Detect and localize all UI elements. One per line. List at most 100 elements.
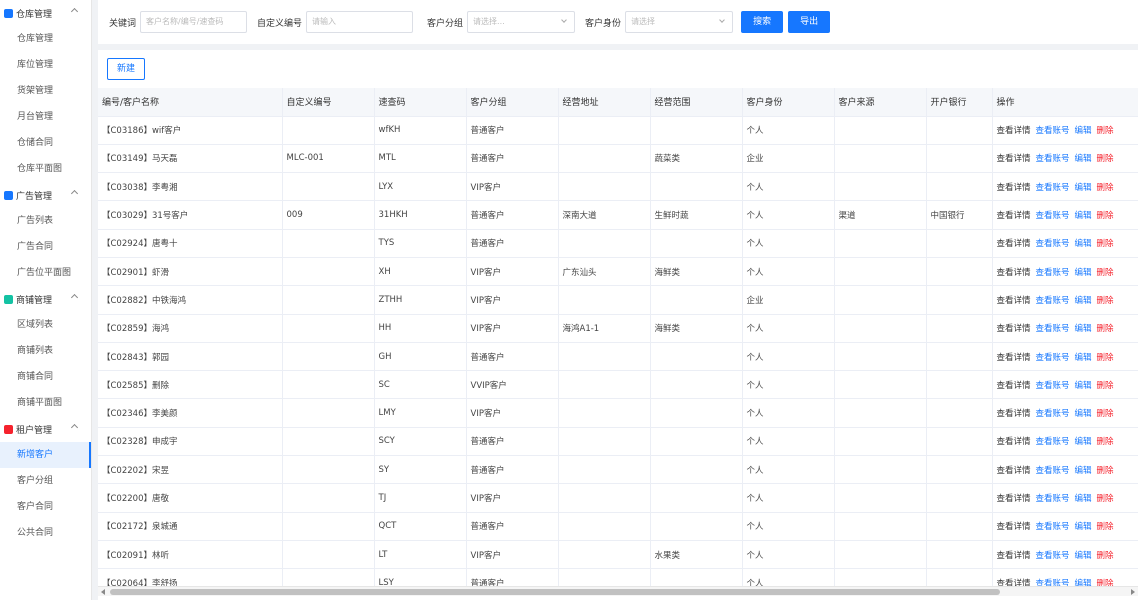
view-details-link[interactable]: 查看详情 [997, 353, 1031, 363]
edit-link[interactable]: 编辑 [1075, 239, 1092, 249]
table-cell: 【C02346】李美颜 [98, 398, 283, 428]
sidebar-item[interactable]: 库位管理 [0, 52, 91, 78]
view-details-link[interactable]: 查看详情 [997, 154, 1031, 164]
sidebar-item[interactable]: 广告位平面图 [0, 260, 91, 286]
delete-link[interactable]: 删除 [1097, 353, 1114, 363]
edit-link[interactable]: 编辑 [1075, 126, 1092, 136]
delete-link[interactable]: 删除 [1097, 154, 1114, 164]
table-row: 【C02882】中铁海鸿 ZTHH VIP客户 企业 查看详情 查看账号 编辑 删除 [98, 285, 1138, 315]
sidebar-group[interactable]: 仓库管理 [0, 0, 91, 26]
edit-link[interactable]: 编辑 [1075, 296, 1092, 306]
sidebar-item[interactable]: 广告列表 [0, 208, 91, 234]
sidebar-item[interactable]: 新增客户 [0, 442, 91, 468]
edit-link[interactable]: 编辑 [1075, 211, 1092, 221]
edit-link[interactable]: 编辑 [1075, 154, 1092, 164]
search-button[interactable]: 搜索 [741, 11, 784, 33]
sidebar-item[interactable]: 公共合同 [0, 520, 91, 546]
delete-link[interactable]: 删除 [1097, 551, 1114, 561]
delete-link[interactable]: 删除 [1097, 522, 1114, 532]
sidebar-group[interactable]: 商铺管理 [0, 286, 91, 312]
view-details-link[interactable]: 查看详情 [997, 409, 1031, 419]
sidebar-item[interactable]: 货架管理 [0, 78, 91, 104]
view-account-link[interactable]: 查看账号 [1036, 466, 1070, 476]
delete-link[interactable]: 删除 [1097, 268, 1114, 278]
delete-link[interactable]: 删除 [1097, 381, 1114, 391]
view-account-link[interactable]: 查看账号 [1036, 239, 1070, 249]
view-account-link[interactable]: 查看账号 [1036, 381, 1070, 391]
delete-link[interactable]: 删除 [1097, 437, 1114, 447]
view-account-link[interactable]: 查看账号 [1036, 522, 1070, 532]
sidebar-item[interactable]: 商铺合同 [0, 364, 91, 390]
scrollbar-thumb[interactable] [110, 589, 1000, 595]
sidebar-item[interactable]: 仓储合同 [0, 130, 91, 156]
sidebar-item[interactable]: 广告合同 [0, 234, 91, 260]
sidebar-group[interactable]: 广告管理 [0, 182, 91, 208]
delete-link[interactable]: 删除 [1097, 296, 1114, 306]
view-account-link[interactable]: 查看账号 [1036, 437, 1070, 447]
delete-link[interactable]: 删除 [1097, 239, 1114, 249]
delete-link[interactable]: 删除 [1097, 211, 1114, 221]
view-account-link[interactable]: 查看账号 [1036, 409, 1070, 419]
sidebar-item[interactable]: 商铺列表 [0, 338, 91, 364]
view-details-link[interactable]: 查看详情 [997, 466, 1031, 476]
view-account-link[interactable]: 查看账号 [1036, 183, 1070, 193]
view-details-link[interactable]: 查看详情 [997, 183, 1031, 193]
view-details-link[interactable]: 查看详情 [997, 239, 1031, 249]
keyword-input[interactable]: 客户名称/编号/速查码 [140, 11, 248, 33]
view-account-link[interactable]: 查看账号 [1036, 268, 1070, 278]
edit-link[interactable]: 编辑 [1075, 324, 1092, 334]
edit-link[interactable]: 编辑 [1075, 494, 1092, 504]
edit-link[interactable]: 编辑 [1075, 551, 1092, 561]
view-details-link[interactable]: 查看详情 [997, 494, 1031, 504]
edit-link[interactable]: 编辑 [1075, 381, 1092, 391]
identity-select[interactable]: 请选择 [625, 11, 734, 33]
view-account-link[interactable]: 查看账号 [1036, 494, 1070, 504]
view-details-link[interactable]: 查看详情 [997, 551, 1031, 561]
table-cell: VIP客户 [466, 540, 559, 570]
delete-link[interactable]: 删除 [1097, 494, 1114, 504]
view-details-link[interactable]: 查看详情 [997, 296, 1031, 306]
view-details-link[interactable]: 查看详情 [997, 324, 1031, 334]
edit-link[interactable]: 编辑 [1075, 437, 1092, 447]
sidebar-group[interactable]: 租户管理 [0, 416, 91, 442]
sidebar-item[interactable]: 商铺平面图 [0, 390, 91, 416]
sidebar-item[interactable]: 客户合同 [0, 494, 91, 520]
edit-link[interactable]: 编辑 [1075, 466, 1092, 476]
view-account-link[interactable]: 查看账号 [1036, 211, 1070, 221]
view-account-link[interactable]: 查看账号 [1036, 296, 1070, 306]
view-details-link[interactable]: 查看详情 [997, 268, 1031, 278]
new-button[interactable]: 新建 [107, 58, 146, 80]
view-account-link[interactable]: 查看账号 [1036, 154, 1070, 164]
view-account-link[interactable]: 查看账号 [1036, 353, 1070, 363]
row-actions: 查看详情 查看账号 编辑 删除 [992, 398, 1138, 428]
delete-link[interactable]: 删除 [1097, 409, 1114, 419]
custom-no-input[interactable]: 请输入 [306, 11, 414, 33]
edit-link[interactable]: 编辑 [1075, 183, 1092, 193]
delete-link[interactable]: 删除 [1097, 183, 1114, 193]
horizontal-scrollbar[interactable] [98, 586, 1138, 596]
sidebar-item[interactable]: 仓库平面图 [0, 156, 91, 182]
edit-link[interactable]: 编辑 [1075, 268, 1092, 278]
sidebar-item[interactable]: 月台管理 [0, 104, 91, 130]
delete-link[interactable]: 删除 [1097, 126, 1114, 136]
sidebar-item[interactable]: 仓库管理 [0, 26, 91, 52]
delete-link[interactable]: 删除 [1097, 324, 1114, 334]
group-select[interactable]: 请选择... [467, 11, 576, 33]
scroll-left-icon[interactable] [101, 589, 105, 595]
sidebar-item[interactable]: 客户分组 [0, 468, 91, 494]
edit-link[interactable]: 编辑 [1075, 353, 1092, 363]
delete-link[interactable]: 删除 [1097, 466, 1114, 476]
view-details-link[interactable]: 查看详情 [997, 126, 1031, 136]
view-details-link[interactable]: 查看详情 [997, 522, 1031, 532]
view-details-link[interactable]: 查看详情 [997, 437, 1031, 447]
export-button[interactable]: 导出 [788, 11, 831, 33]
view-details-link[interactable]: 查看详情 [997, 211, 1031, 221]
edit-link[interactable]: 编辑 [1075, 409, 1092, 419]
edit-link[interactable]: 编辑 [1075, 522, 1092, 532]
sidebar-item[interactable]: 区域列表 [0, 312, 91, 338]
view-account-link[interactable]: 查看账号 [1036, 126, 1070, 136]
view-details-link[interactable]: 查看详情 [997, 381, 1031, 391]
scroll-right-icon[interactable] [1131, 589, 1135, 595]
view-account-link[interactable]: 查看账号 [1036, 324, 1070, 334]
view-account-link[interactable]: 查看账号 [1036, 551, 1070, 561]
